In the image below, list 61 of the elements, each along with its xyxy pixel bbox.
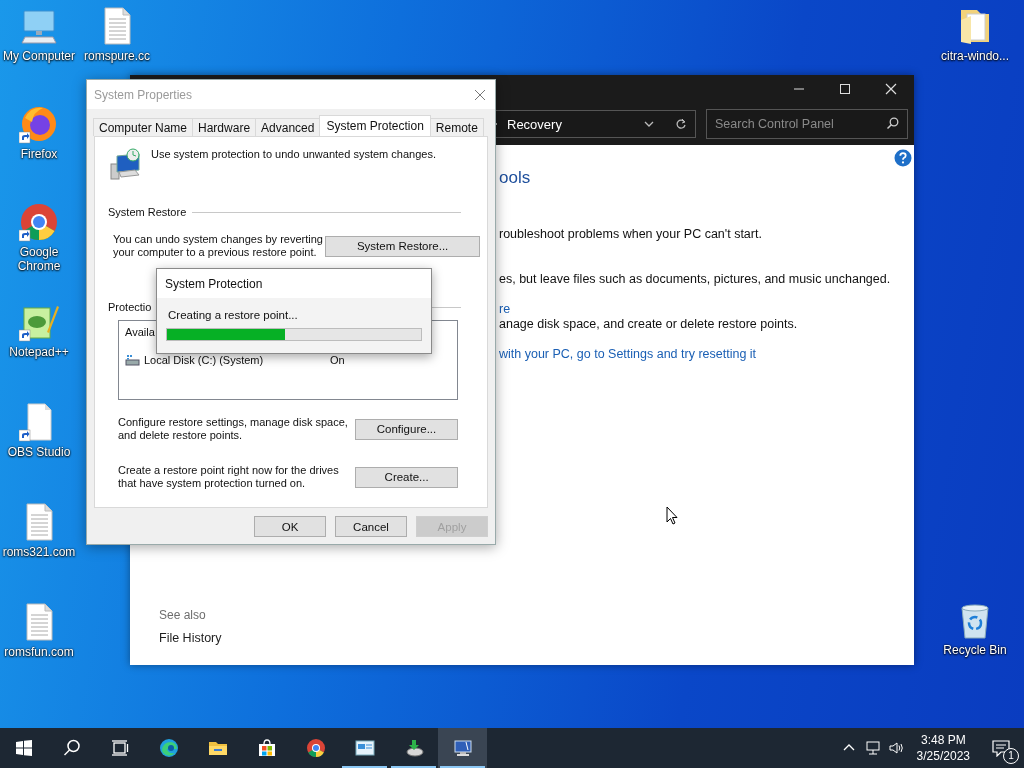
volume-icon — [888, 740, 905, 756]
tab[interactable]: Computer Name — [93, 118, 194, 136]
system-restore-icon — [109, 148, 142, 181]
dialog-button[interactable]: Cancel — [335, 516, 407, 537]
control-panel-icon — [354, 738, 375, 758]
progress-message: Creating a restore point... — [168, 309, 299, 321]
clock[interactable]: 3:48 PM 3/25/2023 — [908, 728, 978, 768]
dialog-title: System Protection — [165, 276, 263, 291]
drive-name: Local Disk (C:) (System) — [144, 354, 265, 366]
tab[interactable]: System Protection — [319, 115, 431, 136]
dialog-title: System Properties — [94, 87, 193, 102]
close-icon — [474, 88, 486, 101]
configure-button[interactable]: Configure... — [355, 418, 458, 440]
desktop-icon-label[interactable]: citra-windo... — [936, 49, 1014, 63]
edge-icon — [158, 738, 179, 758]
description-text: roubleshoot problems when your PC can't start. — [499, 227, 763, 242]
breadcrumb[interactable]: Recovery — [507, 116, 637, 132]
close-icon — [885, 83, 897, 95]
tab[interactable]: Remote — [429, 118, 484, 136]
page-heading: ools — [499, 167, 532, 189]
drive-icon — [125, 354, 140, 366]
task-view-icon — [110, 738, 130, 758]
system-restore-button[interactable]: System Restore... — [325, 235, 480, 257]
group-label: Protectio — [108, 301, 152, 314]
search-field[interactable]: Search Control Panel — [706, 109, 908, 139]
protection-status: On — [330, 354, 345, 366]
network-icon — [864, 740, 881, 756]
column-header: Availa — [125, 326, 156, 338]
store-icon — [256, 738, 277, 758]
search-icon — [62, 738, 82, 758]
start-icon — [14, 738, 34, 758]
description-text: You can undo system changes by reverting your computer to a previous restore point. — [113, 233, 324, 259]
maximize-icon — [839, 83, 851, 95]
cursor-icon — [666, 506, 678, 525]
help-icon[interactable] — [894, 149, 912, 167]
desktop-icon-label[interactable]: Recycle Bin — [936, 643, 1014, 657]
desktop-icon-label[interactable]: OBS Studio — [0, 445, 78, 459]
dialog-button[interactable]: OK — [254, 516, 326, 537]
see-also-link[interactable]: File History — [159, 631, 914, 645]
intro-text: Use system protection to undo unwanted system changes. — [151, 148, 436, 161]
link[interactable]: re — [499, 302, 914, 317]
refresh-icon[interactable] — [675, 118, 687, 130]
create-button[interactable]: Create... — [355, 466, 458, 488]
desktop-icon-label[interactable]: romsfun.com — [0, 645, 78, 659]
link[interactable]: with your PC, go to Settings and try resetting it — [499, 347, 914, 362]
see-also-title: See also — [159, 608, 207, 622]
desktop-icon-label[interactable]: romspure.cc — [78, 49, 156, 63]
notification-icon — [992, 739, 1010, 757]
description-text: Configure restore settings, manage disk space, and delete restore points. — [118, 416, 349, 442]
firefox-icon[interactable] — [19, 104, 59, 144]
chrome-icon[interactable] — [19, 202, 59, 242]
description-text: anage disk space, and create or delete restore points. — [499, 317, 799, 332]
desktop-icon-label[interactable]: roms321.com — [0, 545, 78, 559]
system-icon — [452, 738, 473, 758]
notification-badge: 1 — [1003, 748, 1019, 764]
chrome-icon — [305, 738, 326, 758]
search-icon[interactable] — [886, 117, 899, 130]
group-label: System Restore — [108, 206, 187, 219]
notifications-button[interactable]: 1 — [978, 728, 1024, 768]
description-text: Create a restore point right now for the drives that have system protection turned on. — [118, 464, 340, 490]
description-text: es, but leave files such as documents, pictures, and music unchanged. — [499, 272, 892, 287]
